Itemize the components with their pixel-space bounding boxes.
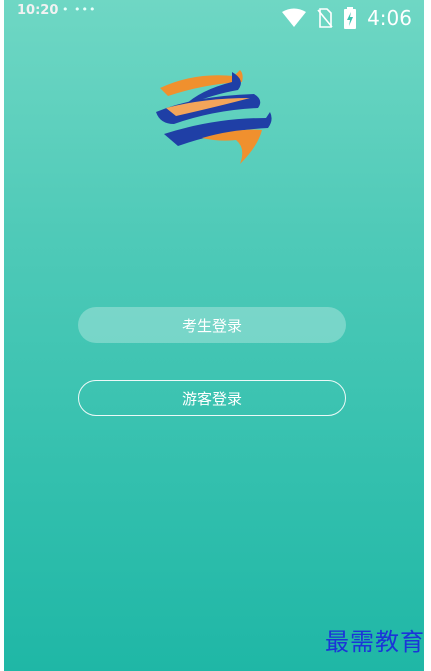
- student-login-button[interactable]: 考生登录: [78, 307, 346, 343]
- student-login-label: 考生登录: [181, 316, 242, 335]
- guest-login-label: 游客登录: [181, 389, 242, 408]
- status-notification-dots: • •••: [62, 3, 97, 16]
- wifi-icon: [281, 8, 307, 28]
- app-screen: 10:20 • ••• 4:06 考生登录 游客登录: [4, 0, 424, 671]
- app-logo: [154, 68, 274, 166]
- status-icons: 4:06: [281, 6, 412, 30]
- screen: 10:20 • ••• 4:06 考生登录 游客登录 最需教育: [0, 0, 431, 671]
- watermark-text: 最需教育: [325, 628, 425, 656]
- status-clock: 4:06: [367, 6, 412, 30]
- status-bar: 10:20 • ••• 4:06: [4, 0, 424, 40]
- battery-charging-icon: [343, 7, 357, 29]
- status-time-small: 10:20: [17, 3, 59, 18]
- guest-login-button[interactable]: 游客登录: [78, 380, 346, 416]
- no-sim-icon: [317, 8, 333, 28]
